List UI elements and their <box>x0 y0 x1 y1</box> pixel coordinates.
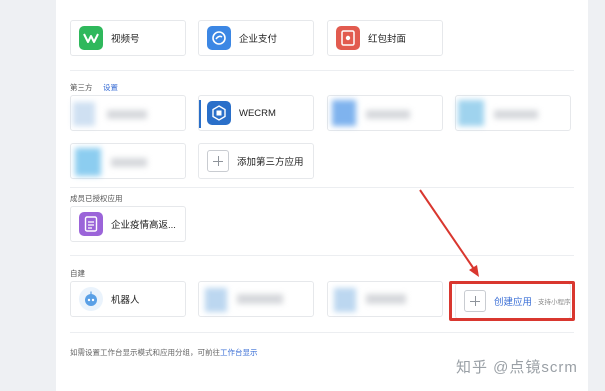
footer-text: 如需设置工作台显示模式和应用分组，可前往 <box>70 348 220 357</box>
footer-note: 如需设置工作台显示模式和应用分组，可前往工作台显示 <box>70 347 258 358</box>
watermark: 知乎 @点镜scrm <box>456 359 578 376</box>
workbench-display-link[interactable]: 工作台显示 <box>220 348 258 357</box>
divider <box>70 332 574 333</box>
